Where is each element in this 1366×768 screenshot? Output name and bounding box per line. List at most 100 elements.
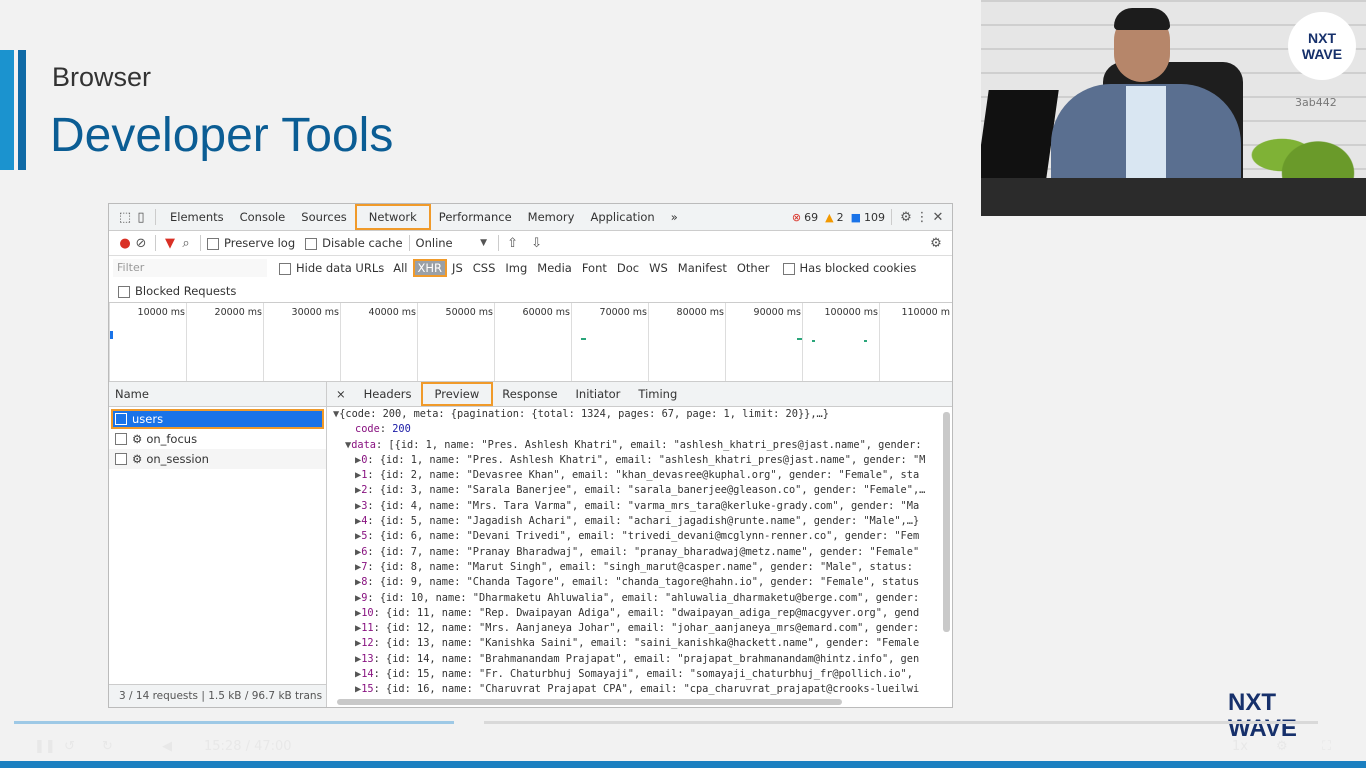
request-row-users[interactable]: users (111, 409, 324, 429)
close-detail-icon[interactable]: × (327, 382, 355, 406)
filter-type-js[interactable]: JS (447, 261, 468, 275)
blocked-requests-label: Blocked Requests (135, 284, 237, 298)
pause-icon[interactable]: ❚❚ (34, 739, 56, 754)
tab-preview[interactable]: Preview (420, 382, 494, 406)
error-icon: ⊗ (791, 210, 802, 224)
more-tabs-button[interactable]: » (663, 204, 686, 230)
search-icon[interactable]: ⌕ (178, 236, 194, 251)
close-devtools-icon[interactable]: ✕ (930, 210, 946, 225)
json-item-index: 15 (361, 683, 374, 695)
playback-speed[interactable]: 1x (1232, 739, 1248, 754)
issue-counters[interactable]: ⊗ 69 ▲ 2 ■ 109 (792, 211, 885, 224)
filter-type-all[interactable]: All (388, 261, 412, 275)
tab-network[interactable]: Network (354, 204, 431, 230)
json-item-index: 14 (361, 668, 374, 681)
throttle-dropdown-icon[interactable]: ▼ (476, 238, 492, 248)
has-blocked-cookies-checkbox[interactable]: Has blocked cookies (782, 261, 916, 275)
blocked-requests-checkbox[interactable]: Blocked Requests (118, 284, 236, 298)
volume-icon[interactable]: ◀ (162, 739, 172, 754)
divider (155, 209, 156, 225)
accent-bar (0, 50, 14, 170)
request-row-on-session[interactable]: ⚙ on_session (109, 449, 326, 469)
json-item-summary: {id: 16, name: "Charuvrat Prajapat CPA",… (386, 683, 920, 695)
filter-type-doc[interactable]: Doc (612, 261, 644, 275)
rewind-icon[interactable]: ↺ (64, 739, 75, 754)
filter-type-css[interactable]: CSS (468, 261, 501, 275)
json-item-row[interactable]: ▶6: {id: 7, name: "Pranay Bharadwaj", em… (333, 545, 940, 560)
kebab-menu-icon[interactable]: ⋮ (914, 210, 930, 225)
device-toolbar-icon[interactable]: ▯ (133, 210, 149, 225)
json-item-summary: {id: 15, name: "Fr. Chaturbhuj Somayaji"… (386, 668, 913, 681)
json-root-row[interactable]: ▼{code: 200, meta: {pagination: {total: … (333, 407, 940, 422)
json-item-row[interactable]: ▶1: {id: 2, name: "Devasree Khan", email… (333, 468, 940, 483)
nxtwave-logo-badge: NXT WAVE (1288, 12, 1356, 80)
filter-type-media[interactable]: Media (532, 261, 577, 275)
timeline-tick: 90000 ms (725, 303, 803, 381)
horizontal-scrollbar[interactable] (337, 699, 842, 705)
settings-gear-icon[interactable]: ⚙ (898, 210, 914, 225)
tab-initiator[interactable]: Initiator (567, 382, 630, 406)
record-icon[interactable]: ● (117, 236, 133, 251)
hide-data-urls-checkbox[interactable]: Hide data URLs (279, 261, 384, 275)
timeline-request-bar (797, 338, 802, 340)
json-item-row[interactable]: ▶5: {id: 6, name: "Devani Trivedi", emai… (333, 529, 940, 544)
tab-elements[interactable]: Elements (162, 204, 232, 230)
tab-console[interactable]: Console (232, 204, 294, 230)
json-item-row[interactable]: ▶11: {id: 12, name: "Mrs. Aanjaneya Joha… (333, 621, 940, 636)
preserve-log-checkbox[interactable]: Preserve log (207, 236, 295, 250)
tab-performance[interactable]: Performance (431, 204, 520, 230)
filter-type-manifest[interactable]: Manifest (673, 261, 732, 275)
fullscreen-icon[interactable]: ⛶ (1322, 739, 1331, 754)
json-item-row[interactable]: ▶15: {id: 16, name: "Charuvrat Prajapat … (333, 682, 940, 695)
timeline-tick: 110000 m (879, 303, 952, 381)
json-item-row[interactable]: ▶8: {id: 9, name: "Chanda Tagore", email… (333, 575, 940, 590)
name-column-header[interactable]: Name (109, 382, 326, 407)
json-item-row[interactable]: ▶14: {id: 15, name: "Fr. Chaturbhuj Soma… (333, 667, 940, 682)
export-har-icon[interactable]: ⇩ (529, 236, 545, 251)
json-item-row[interactable]: ▶7: {id: 8, name: "Marut Singh", email: … (333, 560, 940, 575)
tab-response[interactable]: Response (493, 382, 566, 406)
disable-cache-checkbox[interactable]: Disable cache (305, 236, 403, 250)
forward-icon[interactable]: ↻ (102, 739, 113, 754)
tab-memory[interactable]: Memory (520, 204, 583, 230)
inspect-element-icon[interactable]: ⬚ (117, 210, 133, 225)
network-timeline-overview[interactable]: 10000 ms 20000 ms 30000 ms 40000 ms 5000… (109, 303, 952, 382)
json-item-row[interactable]: ▶3: {id: 4, name: "Mrs. Tara Varma", ema… (333, 499, 940, 514)
filter-type-img[interactable]: Img (500, 261, 532, 275)
video-progress-track[interactable] (484, 721, 1318, 724)
divider (891, 209, 892, 225)
timeline-tick: 10000 ms (109, 303, 187, 381)
json-item-summary: {id: 11, name: "Rep. Dwaipayan Adiga", e… (386, 606, 920, 619)
json-data-items: ▶0: {id: 1, name: "Pres. Ashlesh Khatri"… (333, 453, 940, 695)
import-har-icon[interactable]: ⇧ (505, 236, 521, 251)
json-item-row[interactable]: ▶10: {id: 11, name: "Rep. Dwaipayan Adig… (333, 606, 940, 621)
clear-icon[interactable]: ⊘ (133, 236, 149, 251)
json-item-row[interactable]: ▶13: {id: 14, name: "Brahmanandam Prajap… (333, 652, 940, 667)
json-item-row[interactable]: ▶12: {id: 13, name: "Kanishka Saini", em… (333, 636, 940, 651)
json-item-summary: {id: 13, name: "Kanishka Saini", email: … (386, 637, 920, 650)
json-item-row[interactable]: ▶9: {id: 10, name: "Dharmaketu Ahluwalia… (333, 591, 940, 606)
filter-type-other[interactable]: Other (732, 261, 775, 275)
tab-sources[interactable]: Sources (293, 204, 355, 230)
presenter-video[interactable]: NXT WAVE 3ab442 (981, 0, 1366, 216)
video-progress-played[interactable] (14, 721, 454, 724)
tab-headers[interactable]: Headers (355, 382, 421, 406)
json-item-row[interactable]: ▶2: {id: 3, name: "Sarala Banerjee", ema… (333, 483, 940, 498)
network-toolbar: ● ⊘ ▼ ⌕ Preserve log Disable cache Onlin… (109, 231, 952, 256)
json-item-row[interactable]: ▶0: {id: 1, name: "Pres. Ashlesh Khatri"… (333, 453, 940, 468)
request-row-on-focus[interactable]: ⚙ on_focus (109, 429, 326, 449)
vertical-scrollbar[interactable] (943, 412, 950, 632)
filter-type-ws[interactable]: WS (644, 261, 673, 275)
json-item-index: 8 (361, 576, 368, 589)
throttle-select[interactable]: Online (416, 236, 476, 250)
filter-input[interactable]: Filter (113, 259, 267, 277)
settings-icon[interactable]: ⚙ (1276, 739, 1288, 754)
tab-application[interactable]: Application (582, 204, 662, 230)
filter-funnel-icon[interactable]: ▼ (162, 236, 178, 251)
filter-type-font[interactable]: Font (577, 261, 612, 275)
json-item-row[interactable]: ▶4: {id: 5, name: "Jagadish Achari", ema… (333, 514, 940, 529)
json-data-row[interactable]: ▼data: [{id: 1, name: "Pres. Ashlesh Kha… (333, 438, 940, 453)
tab-timing[interactable]: Timing (629, 382, 686, 406)
network-settings-icon[interactable]: ⚙ (928, 236, 944, 251)
filter-type-xhr[interactable]: XHR (412, 259, 448, 277)
